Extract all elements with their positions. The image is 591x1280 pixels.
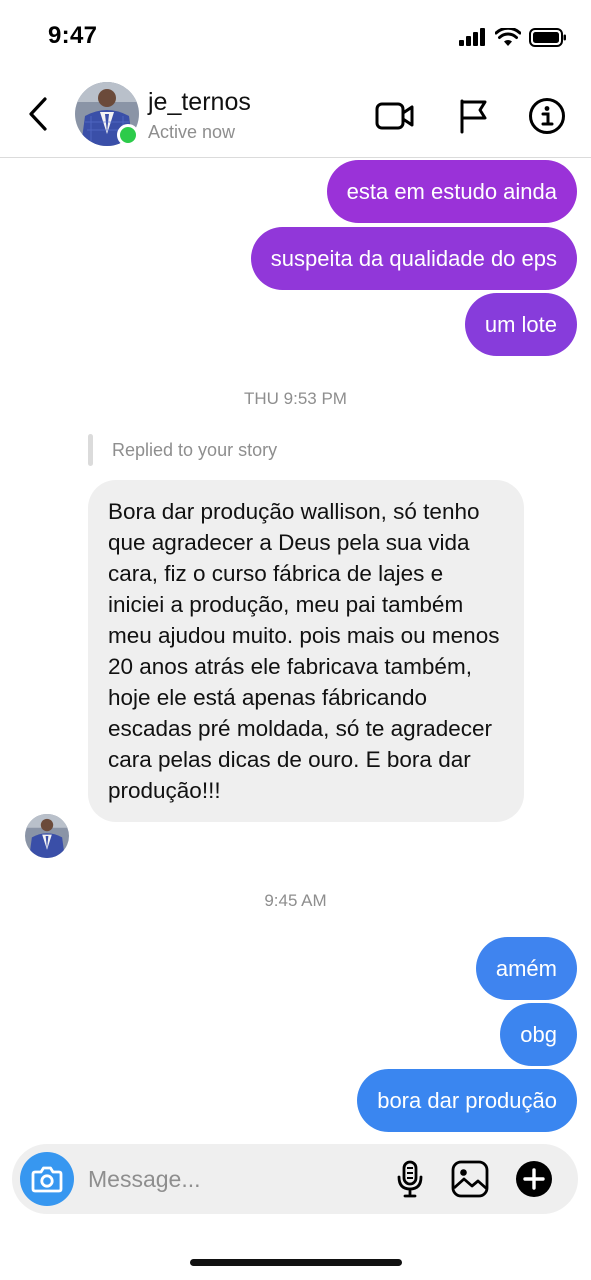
outgoing-message[interactable]: obg (500, 1003, 577, 1066)
outgoing-message[interactable]: esta em estudo ainda (326, 160, 577, 223)
contact-status: Active now (148, 122, 236, 142)
outgoing-message[interactable]: um lote (464, 293, 577, 356)
report-button[interactable] (451, 94, 495, 138)
reply-label[interactable]: Replied to your story (112, 440, 277, 461)
chevron-left-icon (29, 97, 47, 131)
microphone-icon (397, 1160, 423, 1198)
sender-avatar[interactable] (25, 814, 69, 858)
outgoing-message[interactable]: amém (475, 937, 577, 1000)
message-composer (12, 1144, 578, 1214)
incoming-message[interactable]: Bora dar produção wallison, só tenho que… (88, 480, 524, 822)
outgoing-message[interactable]: suspeita da qualidade do eps (250, 227, 577, 290)
cellular-signal-icon (459, 28, 485, 46)
video-camera-icon (375, 102, 414, 130)
image-icon (451, 1160, 489, 1198)
timestamp: 9:45 AM (264, 891, 327, 910)
info-icon (529, 98, 565, 134)
status-icons (459, 26, 567, 48)
wifi-icon (495, 27, 521, 46)
camera-icon (31, 1166, 63, 1193)
plus-circle-icon (516, 1161, 552, 1197)
video-call-button[interactable] (373, 94, 417, 138)
battery-icon (529, 27, 566, 47)
reply-indicator-bar (88, 434, 93, 466)
back-button[interactable] (18, 92, 58, 136)
gallery-button[interactable] (448, 1157, 492, 1201)
message-input[interactable] (88, 1144, 378, 1214)
info-button[interactable] (525, 94, 569, 138)
status-time: 9:47 (48, 22, 98, 49)
online-indicator (117, 124, 139, 146)
flag-icon (460, 99, 487, 134)
chat-header: je_ternos Active now (0, 72, 591, 158)
voice-message-button[interactable] (388, 1157, 432, 1201)
add-button[interactable] (512, 1157, 556, 1201)
outgoing-message[interactable]: bora dar produção (357, 1069, 577, 1132)
contact-avatar-wrapper[interactable] (75, 82, 139, 146)
camera-button[interactable] (20, 1152, 74, 1206)
status-bar: 9:47 (0, 0, 591, 72)
home-indicator (190, 1259, 402, 1266)
timestamp: THU 9:53 PM (244, 389, 347, 408)
contact-name[interactable]: je_ternos (148, 88, 251, 117)
